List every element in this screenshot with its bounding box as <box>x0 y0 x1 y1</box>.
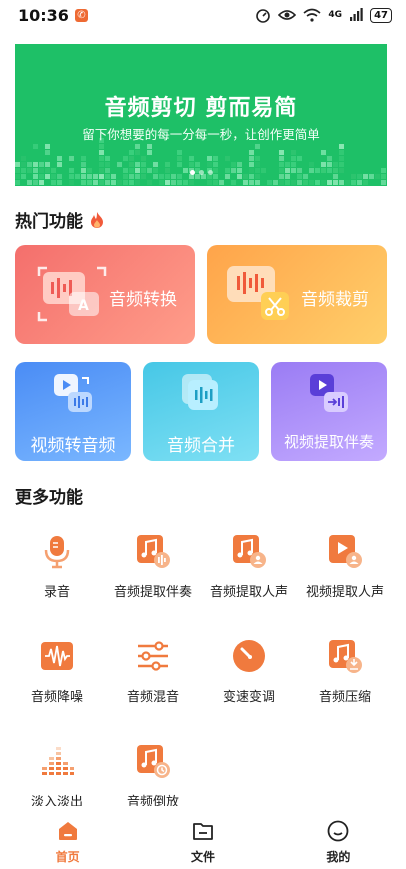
microphone-icon <box>44 536 70 569</box>
page-dot <box>189 170 195 175</box>
audio-convert-label: 音频转换 <box>109 290 177 310</box>
nav-profile-label: 我的 <box>326 850 351 864</box>
audio-merge-card[interactable]: 音频合并 <box>143 362 259 461</box>
grid-item-video-extract-vocal[interactable]: 视频提取人声 <box>297 533 393 600</box>
grid-item-audio-extract-vocal[interactable]: 音频提取人声 <box>201 533 297 600</box>
wifi-icon <box>303 8 321 22</box>
video-extract-icon <box>310 374 348 412</box>
grid-item-label: 录音 <box>43 585 70 600</box>
grid-item-audio-denoise[interactable]: 音频降噪 <box>9 638 105 705</box>
audio-merge-icon <box>182 374 218 410</box>
equalizer-icon <box>42 747 74 775</box>
music-file-icon <box>137 535 170 568</box>
grid-item-fade[interactable]: 淡入淡出 <box>9 743 105 810</box>
more-section-title: 更多功能 <box>15 483 83 508</box>
nav-files[interactable]: 文件 <box>135 806 270 869</box>
music-compress-icon <box>329 640 362 673</box>
folder-icon <box>193 823 213 840</box>
clock: 10:36 <box>18 5 69 25</box>
audio-merge-label: 音频合并 <box>167 436 235 456</box>
more-section-label: 更多功能 <box>15 488 83 508</box>
audio-trim-card[interactable]: 音频裁剪 <box>207 245 387 344</box>
video-to-audio-icon <box>54 374 92 412</box>
nav-files-label: 文件 <box>190 850 215 864</box>
svg-text:A: A <box>78 298 89 314</box>
eye-icon <box>278 10 297 20</box>
battery-icon: 47 <box>370 7 392 23</box>
video-extract-accompaniment-label: 视频提取伴奏 <box>283 433 374 451</box>
audio-convert-icon: A <box>37 266 107 322</box>
signal-icon <box>350 8 363 21</box>
page-dot <box>198 170 204 175</box>
nav-home[interactable]: 首页 <box>0 806 135 869</box>
audio-trim-label: 音频裁剪 <box>301 290 369 310</box>
status-left: 10:36 ✆ <box>18 6 88 25</box>
grid-item-label: 音频降噪 <box>30 690 83 705</box>
fire-icon <box>91 211 103 228</box>
bottom-navigation: 首页 文件 我的 <box>0 806 406 869</box>
grid-item-label: 音频提取伴奏 <box>113 585 192 600</box>
video-extract-accompaniment-card[interactable]: 视频提取伴奏 <box>271 362 387 461</box>
grid-item-audio-extract-accompaniment[interactable]: 音频提取伴奏 <box>105 533 201 600</box>
nav-home-label: 首页 <box>55 850 80 864</box>
grid-item-label: 音频压缩 <box>318 690 371 705</box>
grid-item-audio-mix[interactable]: 音频混音 <box>105 638 201 705</box>
hot-section-title: 热门功能 <box>15 207 105 232</box>
grid-item-label: 视频提取人声 <box>305 585 384 600</box>
banner-mosaic-pattern <box>15 138 386 185</box>
hot-section-label: 热门功能 <box>15 212 83 232</box>
status-bar: 10:36 ✆ 4G 47 <box>0 0 406 30</box>
speedometer-icon <box>233 640 265 672</box>
audio-trim-icon <box>227 266 289 320</box>
alarm-icon <box>256 9 271 23</box>
status-right: 4G 47 <box>255 7 392 23</box>
video-file-person-icon <box>329 535 362 568</box>
notification-icon: ✆ <box>74 8 88 22</box>
grid-item-audio-compress[interactable]: 音频压缩 <box>297 638 393 705</box>
banner-page-indicator <box>15 170 387 175</box>
grid-item-label: 音频提取人声 <box>209 585 288 600</box>
banner-subtitle: 留下你想要的每一分每一秒，让创作更简单 <box>82 127 320 142</box>
sliders-icon <box>138 641 168 671</box>
music-reverse-icon <box>137 745 170 778</box>
grid-item-label: 变速变调 <box>222 690 275 705</box>
grid-item-audio-reverse[interactable]: 音频倒放 <box>105 743 201 810</box>
waveform-icon <box>41 642 73 670</box>
music-file-person-icon <box>233 535 266 568</box>
page-dot <box>207 170 213 175</box>
promo-banner[interactable]: 音频剪切 剪而易简 留下你想要的每一分每一秒，让创作更简单 <box>15 44 387 186</box>
network-type: 4G <box>328 10 343 20</box>
nav-profile[interactable]: 我的 <box>271 806 406 869</box>
audio-convert-card[interactable]: A 音频转换 <box>15 245 195 344</box>
grid-item-label: 音频混音 <box>126 690 179 705</box>
grid-item-record[interactable]: 录音 <box>9 533 105 600</box>
grid-item-speed-pitch[interactable]: 变速变调 <box>201 638 297 705</box>
banner-title: 音频剪切 剪而易简 <box>104 96 298 121</box>
video-to-audio-label: 视频转音频 <box>30 436 116 456</box>
home-icon <box>58 822 77 840</box>
video-to-audio-card[interactable]: 视频转音频 <box>15 362 131 461</box>
smiley-icon <box>327 820 349 842</box>
